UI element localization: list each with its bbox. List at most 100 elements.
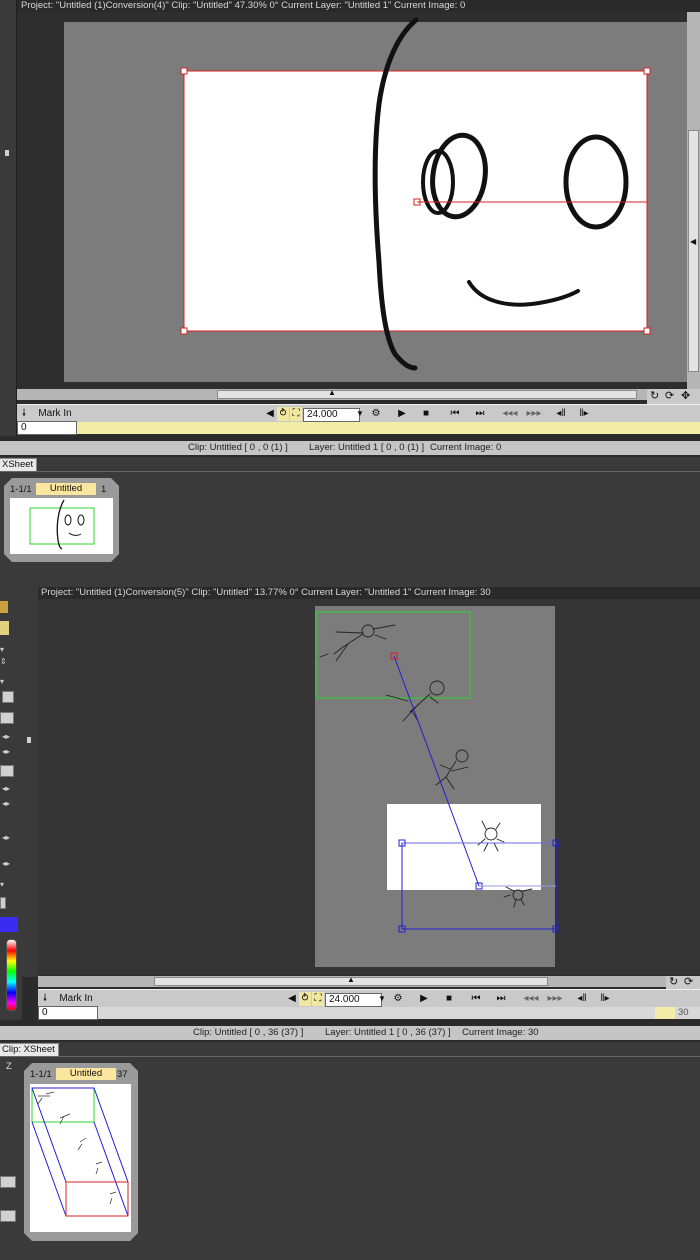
side-field-2[interactable] (0, 1210, 16, 1222)
refresh-icon[interactable]: ↻ (650, 389, 659, 402)
thumb-camera-frame (30, 508, 94, 544)
tool-field-1[interactable] (0, 712, 14, 724)
side-field-1[interactable] (0, 1176, 16, 1188)
timeline-bar-2[interactable]: 0 30 (38, 1006, 700, 1020)
clip-name-2[interactable]: Untitled (56, 1068, 116, 1080)
last-frame-icon[interactable]: ⏭ (472, 407, 488, 421)
prev-frame-icon-2[interactable]: ◀ (288, 992, 296, 1006)
tool-spin-icon-3[interactable]: ◂▸ (2, 784, 10, 793)
xsheet-area: XSheet 1-1/1 Untitled 1 (0, 457, 700, 587)
clip-thumbnail-2[interactable] (30, 1084, 131, 1232)
step-forward-icon-2[interactable]: ▸▸▸ (544, 992, 566, 1006)
next-key-icon[interactable]: ‖▸ (577, 407, 591, 421)
zoom-icon[interactable]: ⟳ (665, 389, 674, 402)
canvas2-background (315, 606, 555, 967)
thumbnail-svg (10, 498, 113, 554)
tool-brush-icon[interactable] (0, 601, 8, 613)
tool-arrow-icon-2[interactable]: ▾ (0, 677, 4, 686)
tool-arrows-icon-1[interactable]: ⇕ (0, 657, 7, 666)
horizontal-scroll-indicator-icon: ▲ (328, 388, 336, 397)
tool-spin-icon-6[interactable]: ◂▸ (2, 859, 10, 868)
fps-dropdown-icon-2[interactable]: ▼ (377, 992, 387, 1006)
prev-key-icon-2[interactable]: ◂‖ (575, 992, 589, 1006)
fps-field[interactable]: 24.000 (303, 408, 360, 422)
status-layer: Layer: Untitled 1 [ 0 , 0 (1) ] (309, 442, 425, 453)
mark-in-arrow-icon-2[interactable]: 🠗 (40, 992, 50, 1006)
tool-field-3[interactable] (0, 897, 6, 909)
vertical-scroll-thumb[interactable] (688, 130, 699, 372)
speed-icon-2[interactable]: ⚙ (391, 992, 405, 1006)
fps-dropdown-icon[interactable]: ▼ (355, 407, 365, 421)
tool-spin-icon-5[interactable]: ◂▸ (2, 833, 10, 842)
left-edge-strip-top (0, 0, 17, 436)
tool-spin-icon-4[interactable]: ◂▸ (2, 799, 10, 808)
prev-key-icon[interactable]: ◂‖ (554, 407, 568, 421)
thumbnail2-svg (30, 1084, 131, 1232)
first-frame-icon-2[interactable]: ⏮ (468, 992, 484, 1006)
next-key-icon-2[interactable]: ‖▸ (598, 992, 612, 1006)
last-frame-icon-2[interactable]: ⏭ (493, 992, 509, 1006)
tool-arrow-icon-3[interactable]: ▾ (0, 880, 4, 889)
first-frame-icon[interactable]: ⏮ (447, 407, 463, 421)
vertical-scrollbar[interactable]: ◀ (687, 12, 700, 389)
xsheet-tab[interactable]: XSheet (0, 458, 38, 471)
fps-field-2[interactable]: 24.000 (325, 993, 382, 1007)
step-back-icon-2[interactable]: ◂◂◂ (520, 992, 542, 1006)
stop-icon[interactable]: ■ (421, 407, 431, 421)
tool-field-2[interactable] (0, 765, 14, 777)
frame-input-2[interactable]: 0 (38, 1006, 98, 1020)
mark-in-button-2[interactable]: Mark In (56, 992, 96, 1006)
play-icon-2[interactable]: ▶ (419, 992, 429, 1006)
step-back-icon[interactable]: ◂◂◂ (499, 407, 521, 421)
clip-name[interactable]: Untitled (36, 483, 96, 495)
clip-card[interactable]: 1-1/1 Untitled 1 (4, 478, 119, 562)
tool-select-icon[interactable] (0, 621, 9, 635)
loop-icon[interactable]: ⥁ (277, 407, 289, 421)
mark-in-arrow-icon[interactable]: 🠗 (19, 407, 29, 421)
side-controls-2: Z (0, 1058, 18, 1260)
horizontal-scrollbar-2[interactable]: ▲ (38, 975, 666, 987)
status-image-2: Current Image: 30 (462, 1027, 539, 1038)
speed-icon[interactable]: ⚙ (369, 407, 383, 421)
tool-dropdown-1[interactable] (2, 691, 14, 703)
corner-handle-bl[interactable] (180, 327, 188, 335)
status-clip: Clip: Untitled [ 0 , 0 (1) ] (188, 442, 288, 453)
tool-arrow-icon-1[interactable]: ▾ (0, 645, 4, 654)
playback-toolbar: 🠗 Mark In ◀ ⥁ ⛶ 24.000 ▼ ⚙ ▶ ■ ⏮ ⏭ ◂◂◂ ▸… (17, 404, 700, 424)
pingpong-icon-2[interactable]: ⛶ (312, 992, 324, 1006)
refresh-icon-2[interactable]: ↻ (669, 975, 678, 988)
prev-frame-icon[interactable]: ◀ (266, 407, 274, 421)
horizontal-scroll-thumb[interactable] (217, 390, 637, 399)
thumb-head (57, 500, 64, 549)
step-forward-icon[interactable]: ▸▸▸ (523, 407, 545, 421)
tool-spin-icon-2[interactable]: ◂▸ (2, 747, 10, 756)
frame-input[interactable]: 0 (17, 421, 77, 435)
pingpong-icon[interactable]: ⛶ (290, 407, 302, 421)
corner-handle-br[interactable] (643, 327, 651, 335)
zoom-icon-2[interactable]: ⟳ (684, 975, 693, 988)
corner-handle-tr[interactable] (643, 67, 651, 75)
play-icon[interactable]: ▶ (397, 407, 407, 421)
color-swatch[interactable] (0, 917, 18, 932)
left-edge-handle[interactable] (5, 150, 9, 156)
left-edge-handle-2[interactable] (27, 737, 31, 743)
side-letter[interactable]: Z (6, 1061, 12, 1072)
viewer-canvas-svg (64, 17, 687, 382)
tool-spin-icon-1[interactable]: ◂▸ (2, 732, 10, 741)
clip-count-2: 37 (117, 1069, 128, 1080)
mark-in-button[interactable]: Mark In (35, 407, 75, 421)
corner-handle-tl[interactable] (180, 67, 188, 75)
stop-icon-2[interactable]: ■ (444, 992, 454, 1006)
loop-icon-2[interactable]: ⥁ (299, 992, 311, 1006)
clip-thumbnail[interactable] (10, 498, 113, 554)
drawing-layer-2 (387, 804, 541, 890)
timeline-bar[interactable]: 0 (17, 421, 700, 435)
horizontal-scrollbar[interactable]: ▲ (17, 388, 647, 400)
xsheet-tab-2[interactable]: Clip: XSheet (0, 1043, 59, 1056)
clip-card-2[interactable]: 1-1/1 Untitled 37 (24, 1063, 138, 1241)
move-icon[interactable]: ✥ (681, 389, 690, 402)
color-spectrum-slider[interactable] (6, 939, 17, 1011)
clip-count: 1 (101, 484, 107, 495)
scroll-arrow-icon[interactable]: ◀ (690, 237, 696, 246)
view-buttons-bottom: ↻ ⟳ (666, 976, 700, 989)
